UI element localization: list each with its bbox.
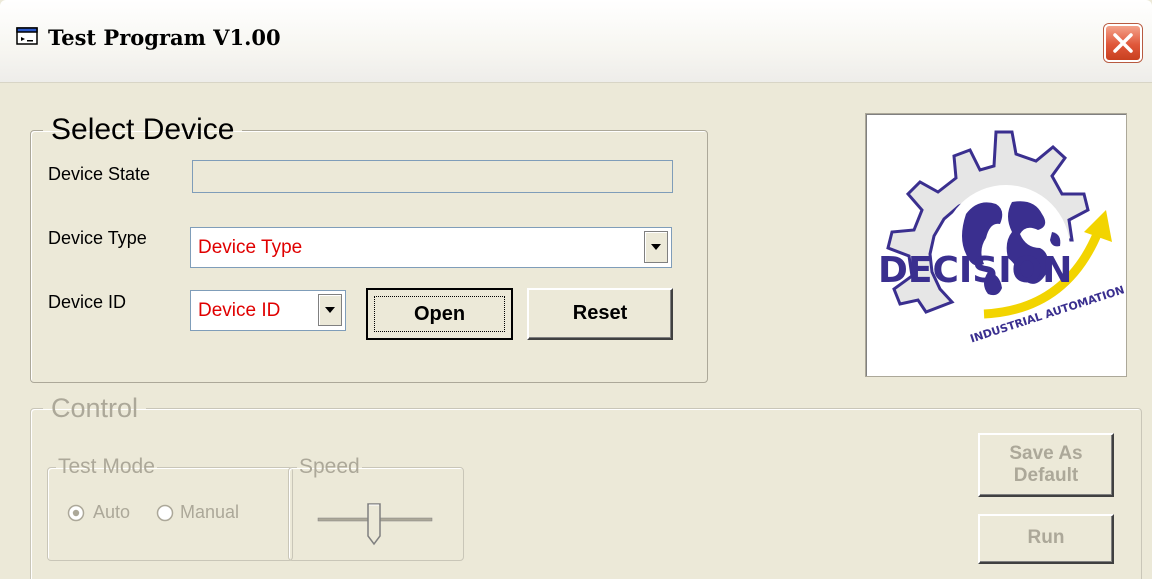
window-title: Test Program V1.00 bbox=[48, 25, 281, 50]
speed-slider[interactable] bbox=[316, 498, 434, 548]
reset-button-label: Reset bbox=[572, 302, 628, 324]
device-id-dropdown-button[interactable] bbox=[318, 294, 342, 326]
save-as-default-button[interactable]: Save As Default bbox=[978, 433, 1114, 497]
run-button-label: Run bbox=[1027, 527, 1065, 548]
manual-radio-label: Manual bbox=[180, 502, 240, 522]
device-id-label: Device ID bbox=[48, 292, 127, 312]
open-button[interactable]: Open bbox=[366, 288, 513, 340]
reset-button[interactable]: Reset bbox=[527, 288, 673, 340]
device-id-selected: Device ID bbox=[198, 300, 281, 321]
save-as-default-line1: Save As bbox=[1009, 443, 1083, 464]
device-id-dropdown[interactable]: Device ID bbox=[190, 290, 346, 331]
control-legend: Control bbox=[51, 393, 139, 423]
auto-radio[interactable] bbox=[67, 504, 85, 522]
app-window: Test Program V1.00 Select Device Device … bbox=[0, 0, 1152, 579]
device-state-label: Device State bbox=[48, 164, 151, 184]
device-type-selected: Device Type bbox=[198, 237, 303, 258]
chevron-down-icon bbox=[325, 307, 335, 313]
run-button[interactable]: Run bbox=[978, 514, 1114, 564]
chevron-down-icon bbox=[651, 244, 661, 250]
manual-radio[interactable] bbox=[156, 504, 174, 522]
logo-brand-text: DECISION bbox=[878, 250, 1072, 291]
title-bar[interactable]: Test Program V1.00 bbox=[0, 0, 1152, 83]
speed-slider-thumb bbox=[367, 503, 381, 546]
test-mode-legend: Test Mode bbox=[58, 455, 155, 478]
close-icon bbox=[1113, 33, 1133, 53]
device-type-dropdown[interactable]: Device Type bbox=[190, 227, 672, 268]
device-type-label: Device Type bbox=[48, 228, 147, 248]
save-as-default-line2: Default bbox=[1013, 465, 1079, 486]
open-button-label: Open bbox=[413, 303, 466, 325]
decision-logo: DECISION INDUSTRIAL AUTOMATION bbox=[865, 113, 1127, 377]
auto-radio-label: Auto bbox=[93, 502, 131, 522]
close-button[interactable] bbox=[1104, 24, 1142, 62]
app-window-icon bbox=[16, 27, 38, 45]
speed-legend: Speed bbox=[299, 455, 360, 478]
device-state-field bbox=[192, 160, 673, 193]
device-type-dropdown-button[interactable] bbox=[644, 231, 668, 263]
decision-logo-image: DECISION INDUSTRIAL AUTOMATION bbox=[878, 130, 1126, 345]
select-device-legend: Select Device bbox=[51, 113, 235, 146]
